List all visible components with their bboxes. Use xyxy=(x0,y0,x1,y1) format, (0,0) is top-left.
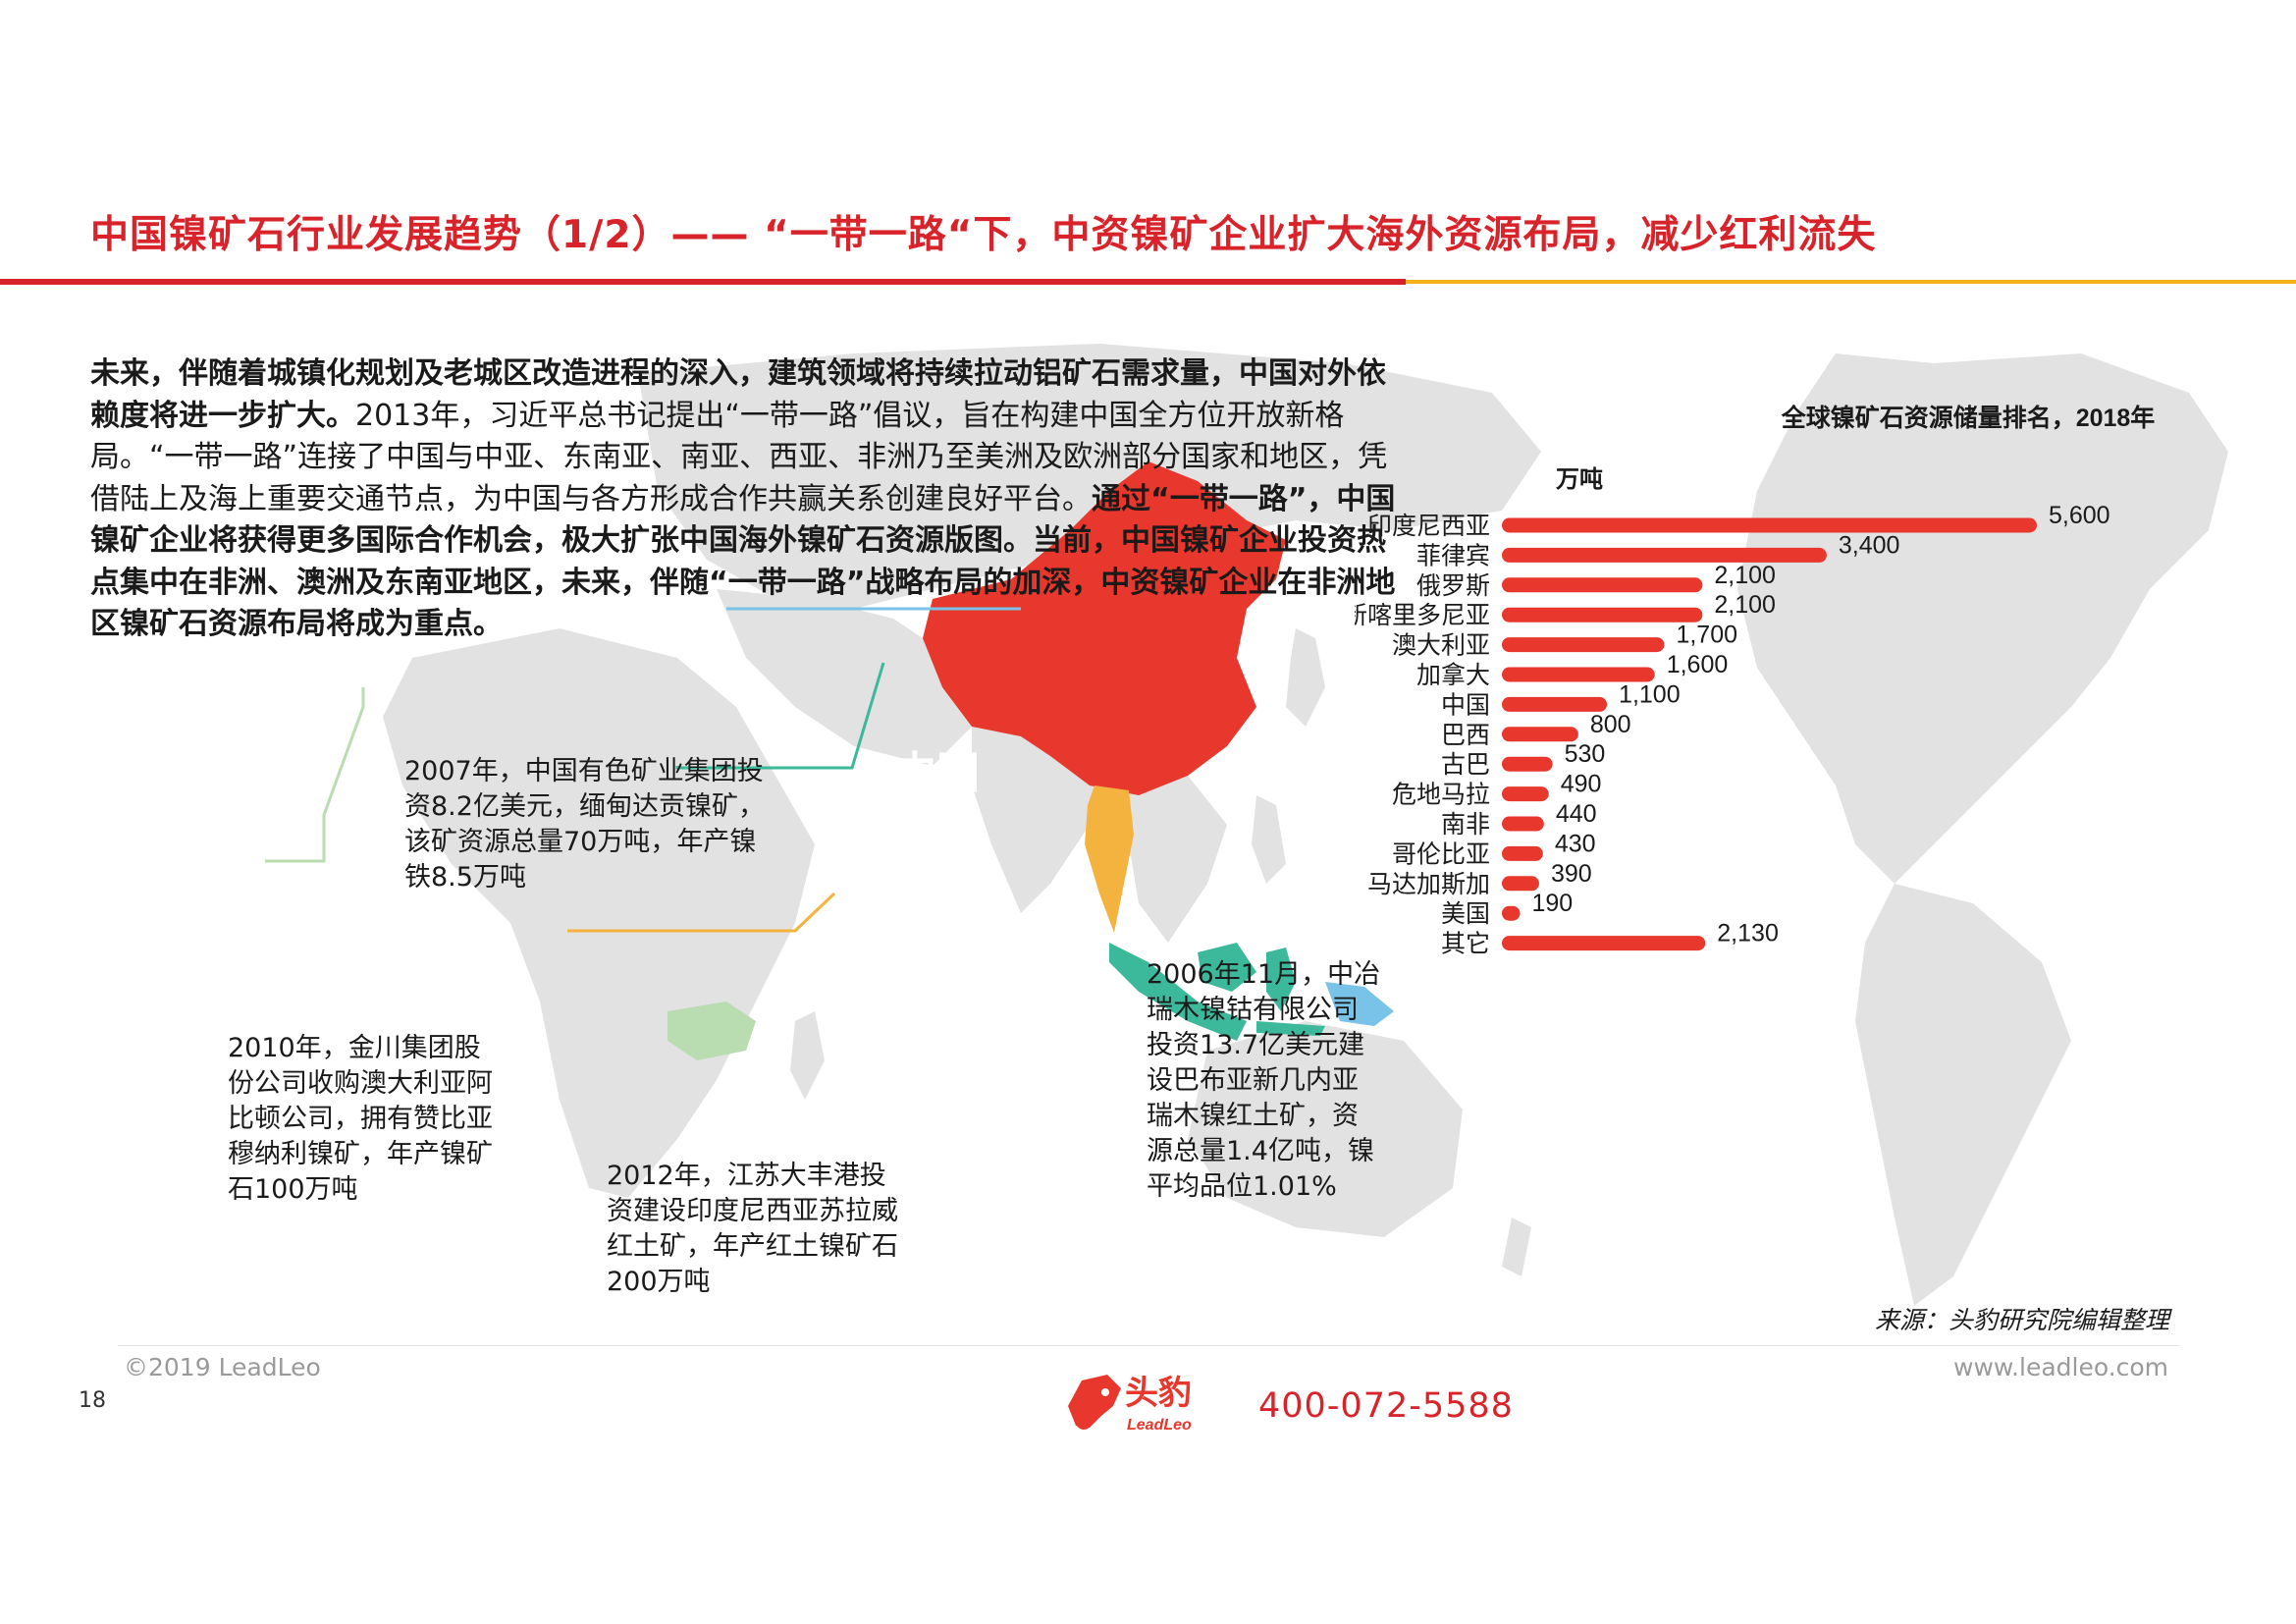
bar xyxy=(1502,667,1655,682)
logo-subtext: LeadLeo xyxy=(1127,1417,1192,1434)
land-philippines xyxy=(1252,795,1286,884)
value-label: 5,600 xyxy=(2049,502,2110,529)
bar xyxy=(1502,876,1539,892)
category-label: 危地马拉 xyxy=(1392,782,1490,809)
callout-2012: 2012年，江苏大丰港投资建设印度尼西亚苏拉威红土矿，年产红土镍矿石200万吨 xyxy=(607,1161,898,1297)
category-label: 新喀里多尼亚 xyxy=(1355,602,1490,629)
title-divider-yellow xyxy=(1406,280,2296,284)
bar xyxy=(1502,816,1544,832)
logo-text: 头豹 xyxy=(1125,1375,1192,1412)
value-label: 390 xyxy=(1551,860,1592,888)
title-divider-red xyxy=(0,279,1406,285)
category-label: 巴西 xyxy=(1441,722,1490,749)
website-link[interactable]: www.leadleo.com xyxy=(1953,1353,2168,1381)
category-label: 美国 xyxy=(1441,900,1490,928)
value-label: 2,100 xyxy=(1714,562,1776,589)
value-label: 530 xyxy=(1565,740,1606,768)
value-label: 430 xyxy=(1555,830,1596,857)
bar xyxy=(1502,845,1543,861)
value-label: 2,130 xyxy=(1717,920,1779,947)
leadleo-logo: 头豹 LeadLeo xyxy=(1068,1375,1192,1434)
category-label: 南非 xyxy=(1441,811,1490,839)
bar xyxy=(1502,727,1578,742)
category-label: 印度尼西亚 xyxy=(1367,513,1490,540)
category-label: 俄罗斯 xyxy=(1416,572,1490,600)
intro-paragraph: 未来，伴随着城镇化规划及老城区改造进程的深入，建筑领域将持续拉动铝矿石需求量，中… xyxy=(90,353,1396,646)
land-madagascar xyxy=(790,1011,825,1100)
value-label: 1,100 xyxy=(1619,680,1681,708)
value-label: 800 xyxy=(1590,711,1631,738)
category-label: 哥伦比亚 xyxy=(1392,840,1490,868)
callout-2006: 2006年11月，中冶瑞木镍钴有限公司投资13.7亿美元建设巴布亚新几内亚瑞木镍… xyxy=(1147,959,1381,1202)
map-myanmar xyxy=(1085,785,1134,933)
category-label: 其它 xyxy=(1441,931,1490,958)
bar xyxy=(1502,786,1549,802)
value-label: 440 xyxy=(1556,800,1597,828)
value-label: 1,600 xyxy=(1667,651,1729,678)
nickel-reserves-chart: 全球镍矿石资源储量排名，2018年 万吨 印度尼西亚 5,600 菲律宾 3,400 俄… xyxy=(1355,404,2156,958)
value-label: 3,400 xyxy=(1839,531,1900,559)
phone-number: 400-072-5588 xyxy=(1258,1386,1514,1426)
category-label: 中国 xyxy=(1441,691,1490,719)
bar xyxy=(1502,936,1706,951)
category-label: 菲律宾 xyxy=(1416,542,1490,569)
bar xyxy=(1502,577,1703,593)
bar xyxy=(1502,696,1608,712)
value-label: 490 xyxy=(1561,771,1602,798)
leopard-logo-icon xyxy=(1068,1375,1121,1430)
leader-line-2010 xyxy=(265,687,365,863)
bar xyxy=(1502,756,1553,772)
category-label: 古巴 xyxy=(1441,751,1490,779)
bar xyxy=(1502,547,1827,563)
callout-2007: 2007年，中国有色矿业集团投资8.2亿美元，缅甸达贡镍矿，该矿资源总量70万吨… xyxy=(404,756,765,893)
land-new-zealand xyxy=(1502,1218,1531,1276)
source-note: 来源：头豹研究院编辑整理 xyxy=(1875,1306,2170,1334)
china-map-label: 中国 xyxy=(893,749,980,797)
chart-bars: 印度尼西亚 5,600 菲律宾 3,400 俄罗斯 2,100 新喀里多尼亚 2,100 澳大利… xyxy=(1355,502,2110,958)
bar xyxy=(1502,905,1521,921)
value-label: 2,100 xyxy=(1714,591,1776,619)
bar xyxy=(1502,637,1665,653)
value-label: 190 xyxy=(1531,890,1573,917)
bar xyxy=(1502,517,2037,533)
page-number: 18 xyxy=(79,1388,106,1413)
footer-divider xyxy=(118,1345,2179,1346)
callout-2010: 2010年，金川集团股份公司收购澳大利亚阿比顿公司，拥有赞比亚穆纳利镍矿，年产镍… xyxy=(228,1033,493,1205)
category-label: 澳大利亚 xyxy=(1392,632,1490,660)
category-label: 加拿大 xyxy=(1416,662,1490,689)
category-label: 马达加斯加 xyxy=(1367,871,1490,898)
page-title: 中国镍矿石行业发展趋势（1/2）—— “一带一路“下，中资镍矿企业扩大海外资源布… xyxy=(90,213,1877,257)
chart-title: 全球镍矿石资源储量排名，2018年 xyxy=(1781,404,2156,432)
copyright: ©2019 LeadLeo xyxy=(124,1353,321,1381)
bar xyxy=(1502,607,1703,623)
chart-unit-label: 万吨 xyxy=(1556,466,1603,493)
value-label: 1,700 xyxy=(1676,622,1737,649)
